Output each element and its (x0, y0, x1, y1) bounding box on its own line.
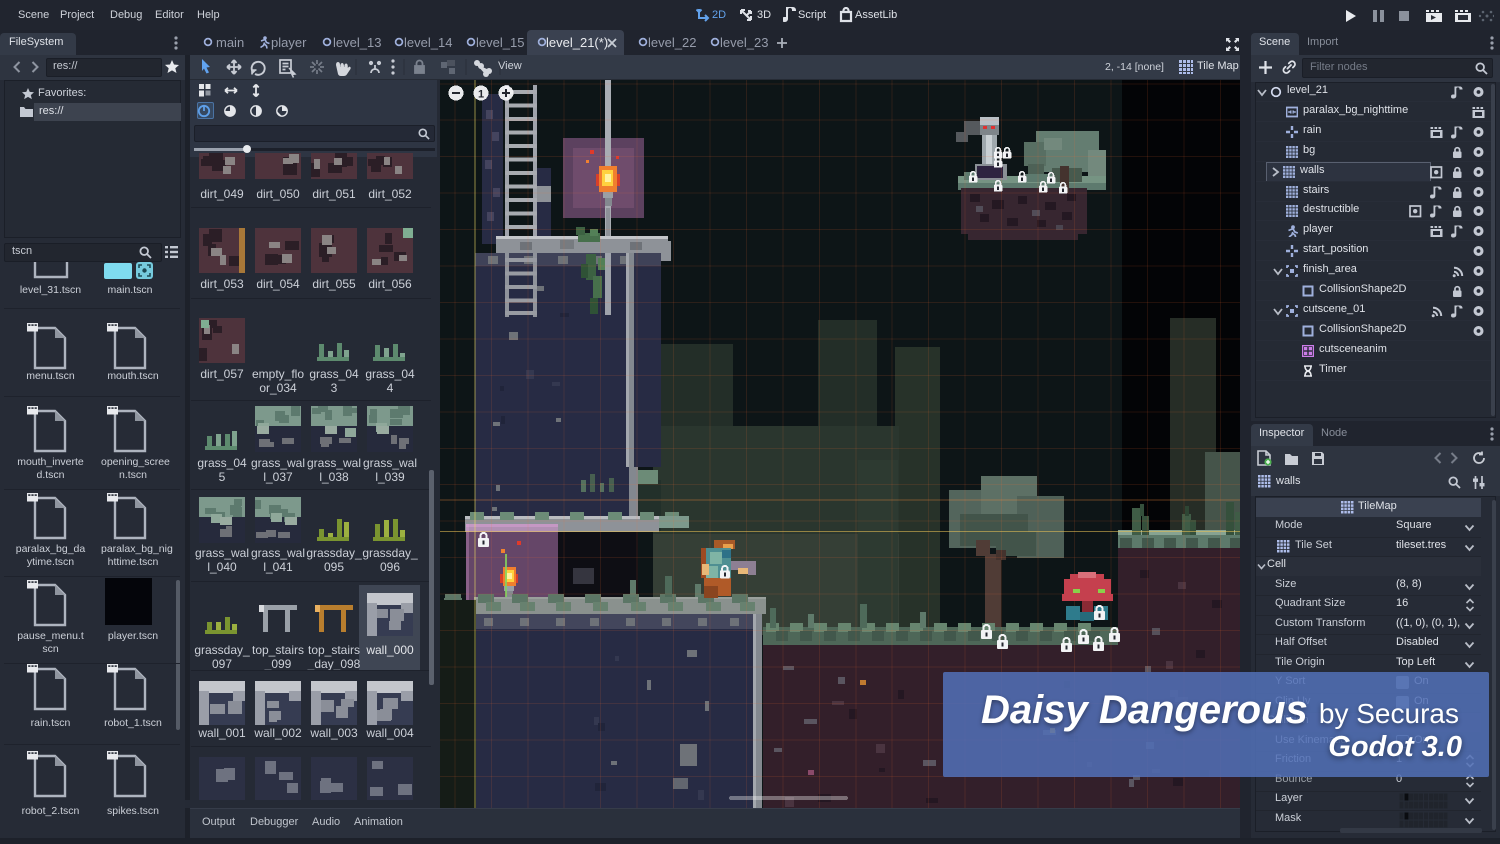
svg-text:1: 1 (478, 89, 484, 101)
